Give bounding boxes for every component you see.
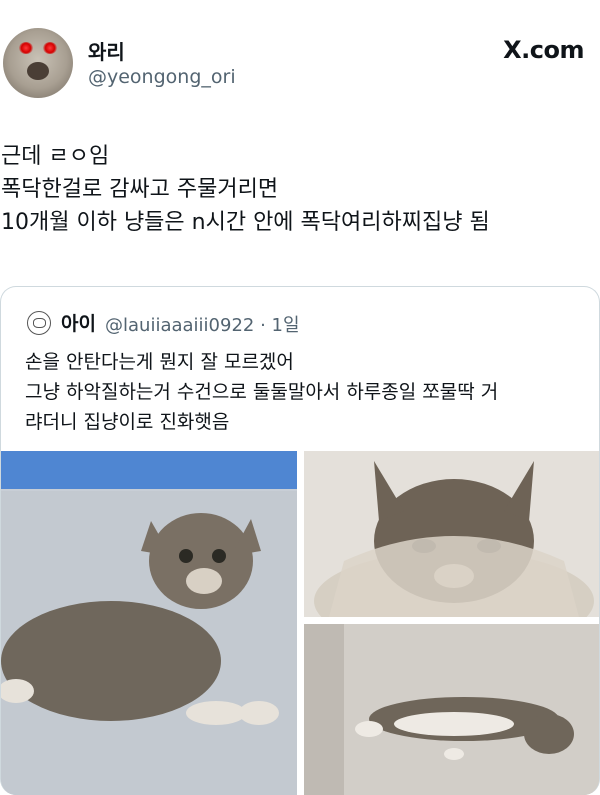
author-avatar[interactable] (3, 28, 73, 98)
avatar-eye-left (19, 42, 33, 54)
cat-photo-sofa[interactable] (304, 624, 599, 795)
quoted-text: 손을 안탄다는게 뭔지 잘 모르겠어 그냥 하악질하는거 수건으로 둘둘말아서 … (25, 347, 585, 437)
tweet-text: 근데 ㄹㅇ임 폭닥한걸로 감싸고 주물거리면 10개월 이하 냥들은 n시간 안… (1, 140, 591, 239)
avatar-snout (27, 62, 49, 80)
author-handle[interactable]: @yeongong_ori (88, 66, 236, 88)
cat-photo-carrier[interactable] (1, 451, 297, 795)
quoted-author-name[interactable]: 아이 (61, 309, 96, 336)
tweet-line: 10개월 이하 냥들은 n시간 안에 폭닥여리하찌집냥 됨 (1, 210, 490, 235)
avatar-eye-right (43, 42, 57, 54)
tabby-kitten-illustration (1, 451, 297, 795)
kitten-lying-illustration (304, 624, 599, 795)
quoted-line: 손을 안탄다는게 뭔지 잘 모르겠어 (25, 351, 294, 373)
quoted-line: 랴더니 집냥이로 진화햇음 (25, 411, 230, 433)
quoted-handle-time[interactable]: @lauiiaaaiii0922 · 1일 (105, 311, 300, 337)
tweet-line: 폭닥한걸로 감싸고 주물거리면 (1, 177, 279, 202)
quoted-avatar-icon[interactable] (27, 311, 51, 335)
tweet-line: 근데 ㄹㅇ임 (1, 144, 110, 169)
cat-photo-blanket[interactable] (304, 451, 599, 617)
author-name[interactable]: 와리 (88, 36, 125, 65)
kitten-in-blanket-illustration (304, 451, 599, 617)
brand-logo: X.com (503, 36, 584, 64)
quoted-tweet[interactable]: 아이 @lauiiaaaiii0922 · 1일 손을 안탄다는게 뭔지 잘 모… (0, 286, 600, 795)
quoted-line: 그냥 하악질하는거 수건으로 둘둘말아서 하루종일 쪼물딱 거 (25, 381, 499, 403)
